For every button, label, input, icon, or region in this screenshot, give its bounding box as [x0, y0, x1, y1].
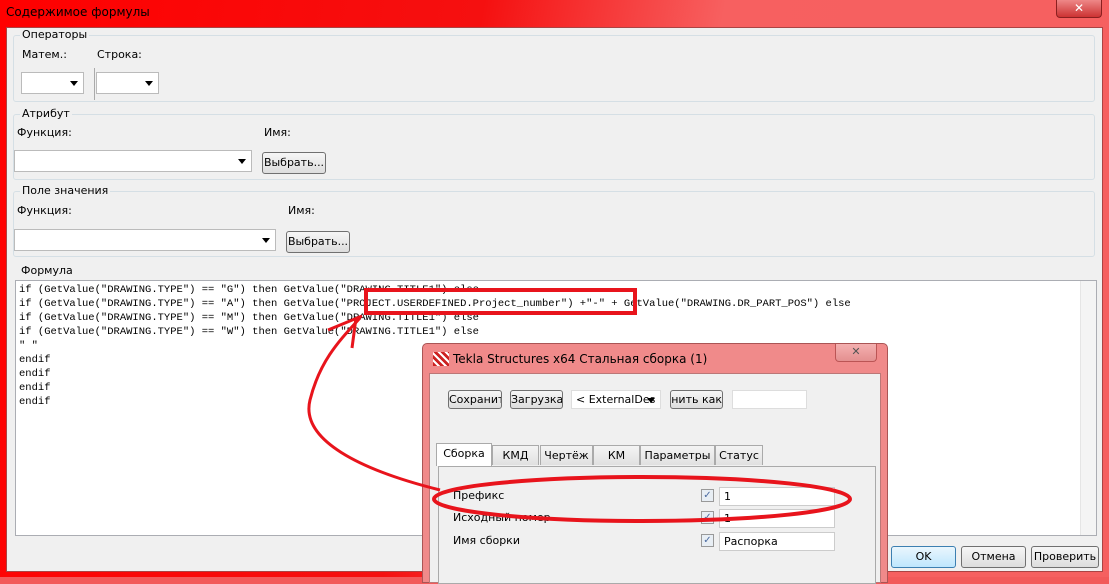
value-field-group: Поле значения Функция: Имя: Выбрать...	[13, 184, 1095, 257]
start-number-checkbox[interactable]: ✓	[701, 511, 714, 524]
divider	[94, 68, 95, 100]
operators-group: Операторы Матем.: Строка:	[13, 28, 1095, 102]
ok-button[interactable]: OK	[891, 546, 956, 568]
attribute-legend: Атрибут	[20, 107, 72, 120]
close-icon[interactable]: ✕	[835, 344, 877, 362]
formula-legend: Формула	[19, 264, 75, 277]
prefix-input[interactable]: 1	[719, 487, 835, 506]
tab-kmd[interactable]: КМД	[492, 445, 539, 465]
math-label: Матем.:	[22, 48, 67, 61]
attribute-function-select[interactable]	[14, 150, 252, 172]
save-button[interactable]: Сохранить	[448, 390, 502, 409]
attribute-group: Атрибут Функция: Имя: Выбрать...	[13, 107, 1095, 180]
tab-parameters[interactable]: Параметры	[640, 445, 715, 465]
value-function-label: Функция:	[17, 204, 72, 217]
chevron-down-icon	[262, 238, 270, 243]
start-number-label: Исходный номер	[453, 511, 551, 524]
load-button[interactable]: Загрузка	[510, 390, 563, 409]
string-label: Строка:	[97, 48, 142, 61]
attribute-function-label: Функция:	[17, 126, 72, 139]
tab-assembly[interactable]: Сборка	[436, 443, 492, 466]
save-as-name-input[interactable]	[732, 390, 807, 409]
chevron-down-icon	[238, 159, 246, 164]
start-number-input[interactable]: 1	[719, 509, 835, 528]
assembly-tab-panel: Префикс ✓ 1 Исходный номер ✓ 1 Имя сборк…	[438, 466, 876, 584]
tab-status[interactable]: Статус	[715, 445, 763, 465]
formula-line: if (GetValue("DRAWING.TYPE") == "G") the…	[19, 284, 479, 296]
preset-select[interactable]: < ExternalDes	[571, 390, 661, 409]
value-field-legend: Поле значения	[20, 184, 111, 197]
chevron-down-icon	[145, 81, 153, 86]
dialog-client: Сохранить Загрузка < ExternalDes Сохрани…	[429, 373, 881, 584]
assembly-name-input[interactable]: Распорка	[719, 532, 835, 551]
save-as-button[interactable]: Сохранить как	[670, 390, 723, 409]
value-name-label: Имя:	[288, 204, 315, 217]
window-title: Содержимое формулы	[6, 5, 150, 19]
cancel-button[interactable]: Отмена	[961, 546, 1026, 568]
value-select-button[interactable]: Выбрать...	[286, 231, 350, 253]
assembly-name-label: Имя сборки	[453, 534, 520, 547]
math-operator-select[interactable]	[21, 72, 84, 94]
formula-line: if (GetValue("DRAWING.TYPE") == "W") the…	[19, 326, 479, 338]
close-icon[interactable]: ✕	[1056, 0, 1102, 18]
attribute-select-button[interactable]: Выбрать...	[262, 152, 326, 174]
formula-line: if (GetValue("DRAWING.TYPE") == "A") the…	[19, 298, 851, 310]
string-operator-select[interactable]	[96, 72, 159, 94]
prefix-checkbox[interactable]: ✓	[701, 489, 714, 502]
chevron-down-icon	[647, 398, 655, 403]
formula-line: if (GetValue("DRAWING.TYPE") == "M") the…	[19, 312, 479, 324]
vertical-scrollbar[interactable]	[1080, 281, 1096, 535]
tab-km[interactable]: КМ	[593, 445, 640, 465]
assembly-properties-dialog: Tekla Structures x64 Стальная сборка (1)…	[422, 343, 888, 584]
value-function-select[interactable]	[14, 229, 276, 251]
assembly-name-checkbox[interactable]: ✓	[701, 534, 714, 547]
dialog-title: Tekla Structures x64 Стальная сборка (1)	[453, 352, 708, 366]
attribute-name-label: Имя:	[264, 126, 291, 139]
chevron-down-icon	[70, 81, 78, 86]
tekla-logo-icon	[433, 352, 449, 366]
check-button[interactable]: Проверить	[1031, 546, 1099, 568]
operators-legend: Операторы	[20, 28, 90, 41]
tab-drawing[interactable]: Чертёж	[540, 445, 593, 465]
prefix-label: Префикс	[453, 489, 505, 502]
